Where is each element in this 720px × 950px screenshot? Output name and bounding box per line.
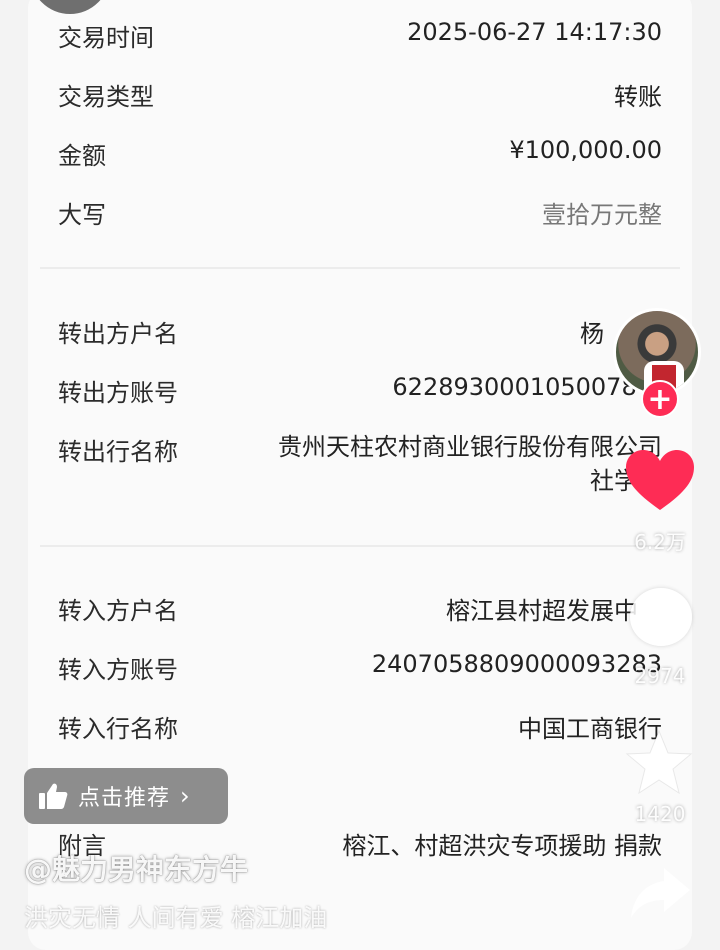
row-payer-account: 转出方账号 62289300010500784	[58, 367, 662, 411]
value-payer-name: 杨	[580, 320, 604, 348]
label-payer-account: 转出方账号	[58, 379, 178, 407]
label-payee-bank: 转入行名称	[58, 715, 178, 743]
label-amount: 金额	[58, 142, 106, 170]
row-transaction-time: 交易时间 2025-06-27 14:17:30	[58, 12, 662, 56]
row-payee-name: 转入方户名 榕江县村超发展中	[58, 585, 662, 629]
follow-button[interactable]: +	[641, 380, 679, 418]
divider	[40, 545, 680, 547]
label-payee-name: 转入方户名	[58, 597, 178, 625]
label-amount-words: 大写	[58, 201, 106, 229]
author-name[interactable]: @魅力男神东方牛	[24, 848, 248, 888]
label-payee-account: 转入方账号	[58, 656, 178, 684]
like-count: 6.2万	[634, 530, 686, 554]
video-caption: 洪灾无情 人间有爱 榕江加油	[24, 904, 328, 932]
row-payer-name: 转出方户名 杨	[58, 308, 662, 352]
value-amount-words: 壹拾万元整	[542, 201, 662, 229]
row-payee-account: 转入方账号 2407058809000093283	[58, 644, 662, 688]
star-icon[interactable]	[624, 728, 694, 798]
chevron-right-icon: ›	[180, 782, 190, 810]
row-transaction-type: 交易类型 转账	[58, 71, 662, 115]
row-amount: 金额 ¥100,000.00	[58, 130, 662, 174]
row-payer-bank: 转出行名称 贵州天柱农村商业银行股份有限公司社学支	[58, 426, 662, 516]
comment-icon[interactable]	[630, 588, 692, 646]
value-transaction-time: 2025-06-27 14:17:30	[407, 18, 662, 46]
favorite-count: 1420	[634, 802, 686, 826]
value-payee-name: 榕江县村超发展中	[446, 597, 638, 625]
row-payee-bank: 转入行名称 中国工商银行	[58, 703, 662, 747]
value-amount: ¥100,000.00	[509, 136, 662, 164]
thumbs-up-icon	[39, 783, 68, 809]
recommend-button[interactable]: 点击推荐 ›	[24, 768, 228, 824]
label-transaction-time: 交易时间	[58, 24, 154, 52]
label-payer-name: 转出方户名	[58, 320, 178, 348]
label-payer-bank: 转出行名称	[58, 438, 178, 466]
value-transaction-type: 转账	[614, 83, 662, 111]
row-amount-words: 大写 壹拾万元整	[58, 189, 662, 233]
label-transaction-type: 交易类型	[58, 83, 154, 111]
comment-count: 2974	[634, 664, 686, 688]
value-remark: 榕江、村超洪灾专项援助 捐款	[342, 832, 662, 860]
value-payer-bank: 贵州天柱农村商业银行股份有限公司社学支	[278, 433, 662, 495]
divider	[40, 267, 680, 269]
heart-icon[interactable]	[624, 448, 696, 514]
value-payer-account: 62289300010500784	[392, 373, 652, 401]
share-icon[interactable]	[628, 864, 692, 920]
recommend-label: 点击推荐	[78, 786, 171, 811]
